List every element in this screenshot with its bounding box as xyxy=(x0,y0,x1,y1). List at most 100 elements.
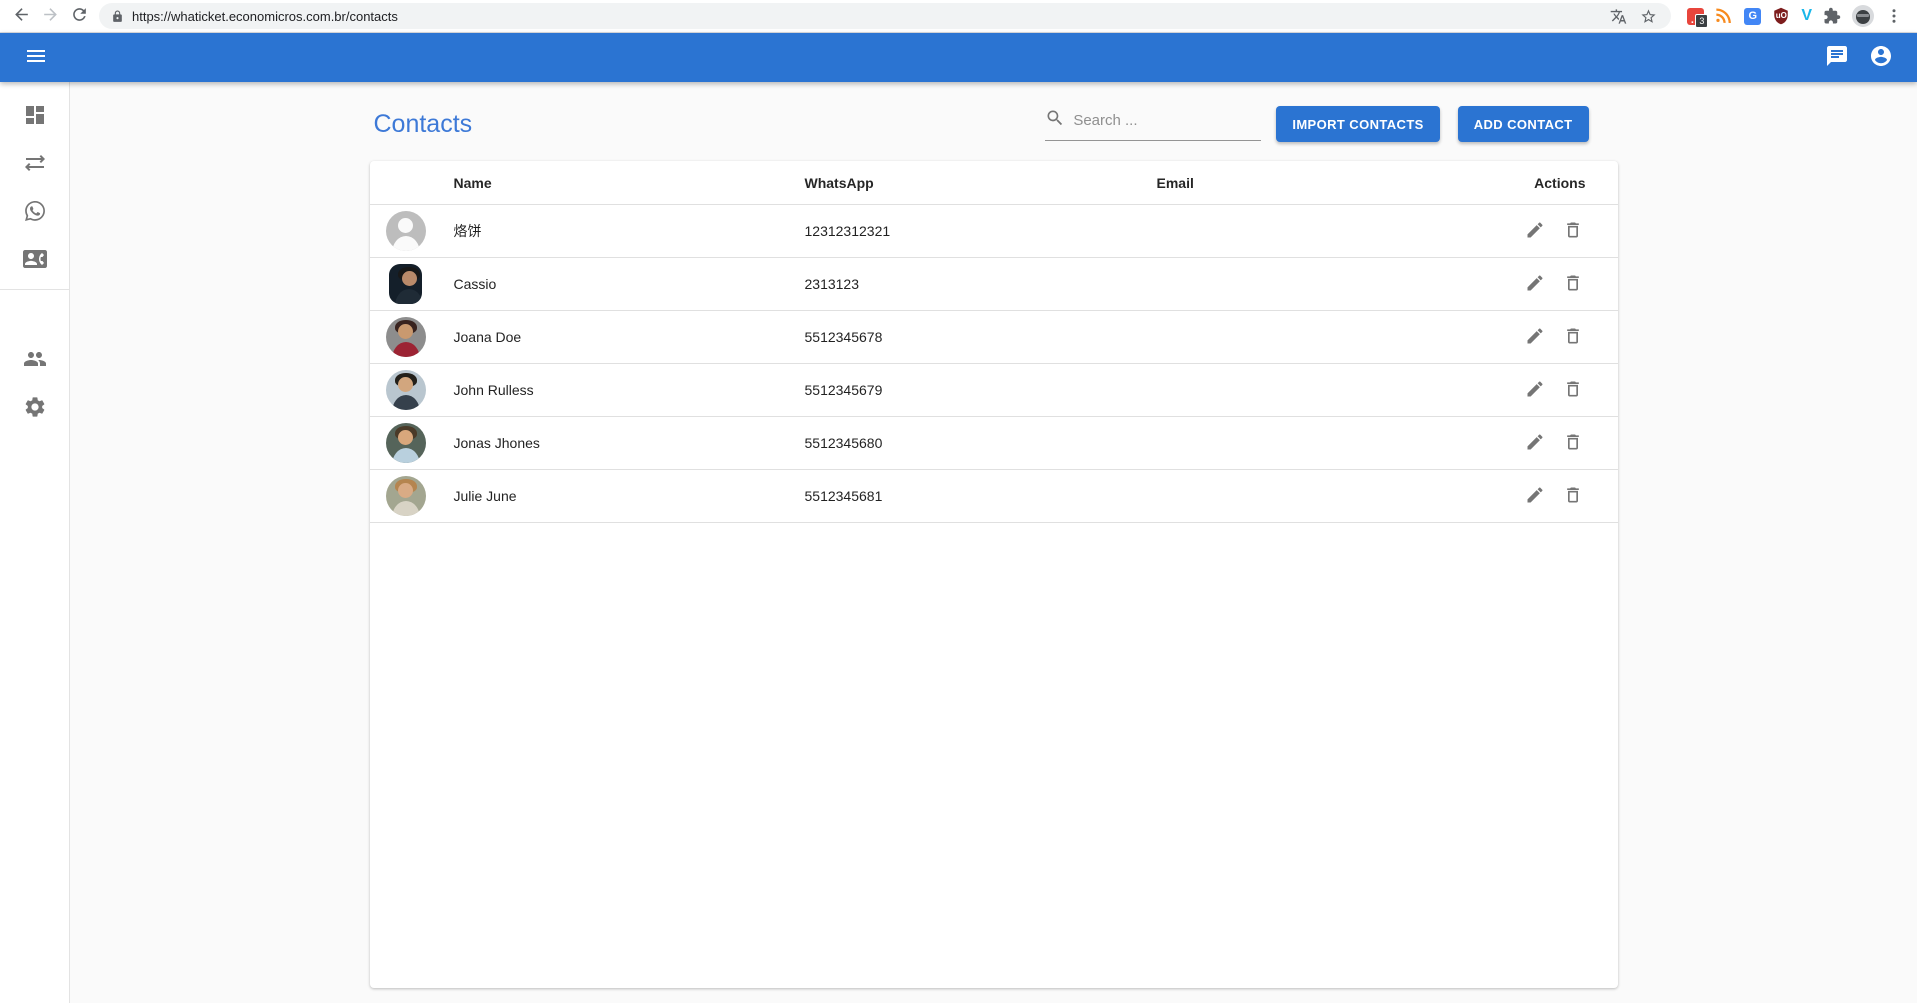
sidebar-item-contacts[interactable] xyxy=(11,236,59,284)
edit-pencil-icon xyxy=(1525,326,1545,349)
browser-toolbar: https://whaticket.economicros.com.br/con… xyxy=(0,0,1917,33)
forward-button[interactable] xyxy=(37,3,64,30)
back-button[interactable] xyxy=(8,3,35,30)
shield-icon: uO xyxy=(1772,7,1790,25)
gear-icon xyxy=(23,395,47,422)
delete-contact-button[interactable] xyxy=(1560,483,1586,509)
sidebar xyxy=(0,82,70,1003)
contact-avatar xyxy=(386,370,426,410)
page-title: Contacts xyxy=(374,110,473,139)
contact-name: 烙饼 xyxy=(442,221,793,241)
edit-pencil-icon xyxy=(1525,273,1545,296)
table-row: Jonas Jhones 5512345680 xyxy=(370,417,1618,470)
contact-name: Joana Doe xyxy=(442,329,793,345)
extension-rss[interactable] xyxy=(1715,7,1733,25)
contacts-card: Name WhatsApp Email Actions 烙饼 123123123… xyxy=(370,161,1618,988)
address-bar[interactable]: https://whaticket.economicros.com.br/con… xyxy=(99,3,1671,29)
header-whatsapp: WhatsApp xyxy=(793,175,1145,191)
table-row: 烙饼 12312312321 xyxy=(370,205,1618,258)
page-header: Contacts IMPORT CONTACTS ADD CONTACT xyxy=(370,106,1618,142)
import-contacts-button[interactable]: IMPORT CONTACTS xyxy=(1276,106,1439,142)
v-extension-icon: V xyxy=(1801,7,1812,25)
contact-name: John Rulless xyxy=(442,382,793,398)
edit-pencil-icon xyxy=(1525,432,1545,455)
trash-icon xyxy=(1563,273,1583,296)
sidebar-item-settings[interactable] xyxy=(11,384,59,432)
search-input[interactable] xyxy=(1073,112,1261,129)
trash-icon xyxy=(1563,220,1583,243)
contact-whatsapp: 12312312321 xyxy=(793,223,1145,239)
extension-v[interactable]: V xyxy=(1801,7,1812,25)
sync-alt-icon xyxy=(23,151,47,178)
back-icon xyxy=(12,5,31,27)
whatsapp-icon xyxy=(23,199,47,226)
browser-profile-button[interactable] xyxy=(1852,5,1874,27)
delete-contact-button[interactable] xyxy=(1560,377,1586,403)
edit-pencil-icon xyxy=(1525,485,1545,508)
dashboard-icon xyxy=(23,103,47,130)
contact-whatsapp: 5512345678 xyxy=(793,329,1145,345)
edit-pencil-icon xyxy=(1525,379,1545,402)
header-actions: Actions xyxy=(1497,175,1618,191)
trash-icon xyxy=(1563,326,1583,349)
contact-name: Jonas Jhones xyxy=(442,435,793,451)
extension-feed-notifier[interactable]: … 3 xyxy=(1687,8,1704,25)
table-row: Julie June 5512345681 xyxy=(370,470,1618,523)
header-email: Email xyxy=(1145,175,1497,191)
puzzle-icon xyxy=(1823,7,1841,25)
star-icon xyxy=(1640,8,1657,25)
browser-window: https://whaticket.economicros.com.br/con… xyxy=(0,0,1917,1003)
extensions-area: … 3 G uO V xyxy=(1681,5,1909,27)
url-text: https://whaticket.economicros.com.br/con… xyxy=(132,9,398,24)
edit-contact-button[interactable] xyxy=(1522,324,1548,350)
table-row: Cassio 2313123 xyxy=(370,258,1618,311)
translate-page-button[interactable] xyxy=(1607,5,1629,27)
contact-whatsapp: 5512345679 xyxy=(793,382,1145,398)
contact-avatar xyxy=(386,423,426,463)
hamburger-icon xyxy=(24,44,48,71)
extension-ublock[interactable]: uO xyxy=(1772,7,1790,25)
sidebar-item-dashboard[interactable] xyxy=(11,92,59,140)
sidebar-divider xyxy=(0,289,70,290)
contact-whatsapp: 2313123 xyxy=(793,276,1145,292)
trash-icon xyxy=(1563,432,1583,455)
main-content: Contacts IMPORT CONTACTS ADD CONTACT Nam… xyxy=(70,82,1917,1003)
translate-icon xyxy=(1610,8,1627,25)
search-icon xyxy=(1045,108,1065,133)
translate-extension-icon: G xyxy=(1744,8,1761,25)
sidebar-item-connections[interactable] xyxy=(11,140,59,188)
menu-button[interactable] xyxy=(14,36,58,80)
bookmark-star-button[interactable] xyxy=(1637,5,1659,27)
table-row: Joana Doe 5512345678 xyxy=(370,311,1618,364)
account-circle-icon xyxy=(1869,44,1893,71)
edit-contact-button[interactable] xyxy=(1522,271,1548,297)
delete-contact-button[interactable] xyxy=(1560,271,1586,297)
edit-contact-button[interactable] xyxy=(1522,218,1548,244)
delete-contact-button[interactable] xyxy=(1560,218,1586,244)
account-button[interactable] xyxy=(1859,36,1903,80)
extensions-menu-button[interactable] xyxy=(1823,7,1841,25)
extension-badge: 3 xyxy=(1695,14,1708,28)
edit-contact-button[interactable] xyxy=(1522,430,1548,456)
extension-translate[interactable]: G xyxy=(1744,8,1761,25)
edit-contact-button[interactable] xyxy=(1522,377,1548,403)
lock-icon xyxy=(111,10,124,23)
add-contact-button[interactable]: ADD CONTACT xyxy=(1458,106,1589,142)
edit-contact-button[interactable] xyxy=(1522,483,1548,509)
delete-contact-button[interactable] xyxy=(1560,324,1586,350)
kebab-menu-icon xyxy=(1885,7,1903,25)
table-row: John Rulless 5512345679 xyxy=(370,364,1618,417)
trash-icon xyxy=(1563,379,1583,402)
contact-avatar xyxy=(389,264,422,304)
edit-pencil-icon xyxy=(1525,220,1545,243)
sidebar-item-users[interactable] xyxy=(11,336,59,384)
messages-button[interactable] xyxy=(1815,36,1859,80)
sidebar-item-tickets[interactable] xyxy=(11,188,59,236)
delete-contact-button[interactable] xyxy=(1560,430,1586,456)
table-header-row: Name WhatsApp Email Actions xyxy=(370,161,1618,205)
profile-avatar-icon xyxy=(1852,5,1874,27)
reload-button[interactable] xyxy=(66,3,93,30)
browser-menu-button[interactable] xyxy=(1885,7,1903,25)
contact-name: Cassio xyxy=(442,276,793,292)
chat-icon xyxy=(1825,44,1849,71)
